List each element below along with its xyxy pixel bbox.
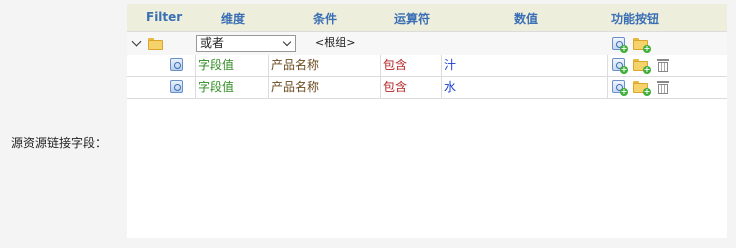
add-group-folder-icon[interactable]: +: [633, 59, 651, 74]
source-link-field-label: 源资源链接字段：: [11, 136, 108, 150]
dimension-cell[interactable]: 字段值: [195, 77, 268, 98]
header-condition: 条件: [313, 12, 338, 26]
delete-trash-icon[interactable]: [657, 80, 669, 94]
root-group-label: <根组>: [315, 36, 356, 49]
add-group-folder-icon[interactable]: +: [633, 38, 651, 53]
value-cell[interactable]: 汁: [441, 55, 607, 76]
table-header: Filter 维度 条件 运算符 数值 功能按钮: [127, 4, 727, 31]
header-value: 数值: [514, 12, 539, 26]
condition-icon: [170, 58, 183, 71]
condition-row: 字段值 产品名称 包含 水 + +: [127, 77, 727, 99]
add-condition-icon[interactable]: +: [612, 80, 628, 96]
header-operator: 运算符: [394, 12, 431, 26]
header-actions: 功能按钮: [611, 12, 660, 26]
collapse-chevron-icon[interactable]: [131, 36, 142, 47]
filter-condition-table: Filter 维度 条件 运算符 数值 功能按钮 或者 <根组> + + 字段值…: [127, 4, 727, 238]
add-condition-icon[interactable]: +: [612, 37, 628, 53]
logic-operator-select[interactable]: 或者: [196, 35, 296, 52]
header-filter: Filter: [146, 10, 183, 24]
header-dimension: 维度: [221, 12, 246, 26]
add-group-folder-icon[interactable]: +: [633, 81, 651, 96]
operator-cell[interactable]: 包含: [380, 55, 441, 76]
condition-icon: [170, 80, 183, 93]
dimension-cell[interactable]: 字段值: [195, 55, 268, 76]
delete-trash-icon[interactable]: [657, 58, 669, 72]
condition-cell[interactable]: 产品名称: [268, 77, 380, 98]
value-cell[interactable]: 水: [441, 77, 607, 98]
operator-cell[interactable]: 包含: [380, 77, 441, 98]
chevron-down-icon: [282, 37, 292, 47]
add-condition-icon[interactable]: +: [612, 58, 628, 74]
root-group-row: 或者 <根组> + +: [127, 31, 727, 56]
folder-icon: [148, 38, 163, 50]
condition-cell[interactable]: 产品名称: [268, 55, 380, 76]
condition-row: 字段值 产品名称 包含 汁 + +: [127, 55, 727, 77]
